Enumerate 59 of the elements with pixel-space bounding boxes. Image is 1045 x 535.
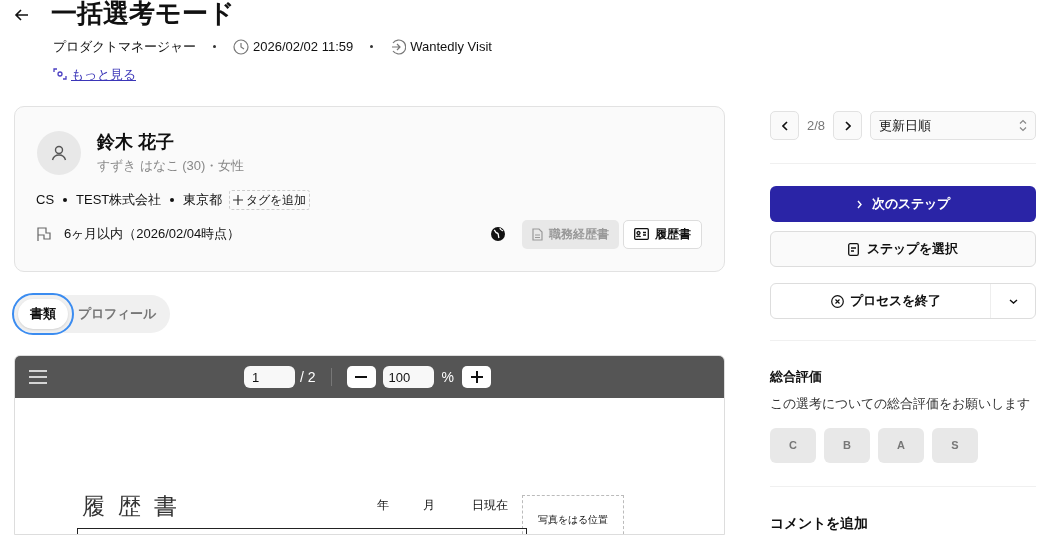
- tab[interactable]: プロフィール: [68, 299, 166, 329]
- end-process-button[interactable]: プロセスを終了: [771, 284, 990, 318]
- zoom-out-button[interactable]: [346, 366, 376, 388]
- more-link[interactable]: もっと見る: [71, 64, 136, 84]
- zoom-unit: %: [441, 367, 455, 387]
- document-title: 履歴書: [82, 492, 190, 521]
- photo-label: 写真をはる位置: [538, 513, 608, 527]
- document-icon: [848, 242, 859, 256]
- tag: 東京都: [183, 189, 223, 210]
- candidate-details: すずき はなこ (30)・女性: [97, 157, 245, 175]
- back-arrow-icon[interactable]: [14, 7, 30, 23]
- page-total: / 2: [300, 367, 316, 387]
- globe-icon[interactable]: [490, 226, 506, 242]
- chevron-right-icon: [844, 120, 851, 131]
- comment-title: コメントを追加: [770, 514, 869, 533]
- next-button[interactable]: [833, 111, 863, 140]
- id-card-icon: [634, 228, 649, 240]
- menu-icon[interactable]: [29, 370, 47, 384]
- flag-icon: [36, 226, 52, 242]
- grade-button[interactable]: C: [770, 428, 816, 463]
- zoom-in-button[interactable]: [462, 366, 492, 388]
- candidate-name: 鈴木 花子: [97, 131, 175, 153]
- document-button[interactable]: 履歴書: [623, 219, 702, 249]
- page-title: 一括選考モード: [51, 0, 235, 26]
- minus-icon: [355, 376, 368, 378]
- expand-icon: [53, 68, 67, 81]
- availability: 6ヶ月以内（2026/02/04時点）: [64, 225, 241, 244]
- date-label: 月: [423, 497, 435, 514]
- grade-button[interactable]: A: [878, 428, 924, 463]
- page-input[interactable]: 1: [244, 366, 295, 388]
- datetime: 2026/02/02 11:59: [253, 38, 354, 56]
- grade-button[interactable]: S: [932, 428, 978, 463]
- chevron-left-icon: [781, 120, 788, 131]
- pager-position: 2/8: [807, 116, 826, 135]
- select-step-button[interactable]: ステップを選択: [770, 231, 1036, 267]
- date-label: 年: [377, 497, 389, 514]
- zoom-input[interactable]: 100: [382, 366, 434, 388]
- person-icon: [50, 144, 68, 163]
- sort-select[interactable]: 更新日順: [870, 111, 1036, 140]
- tag: CS: [36, 189, 55, 210]
- enter-arrow-icon: [390, 38, 407, 55]
- tag: TEST株式会社: [76, 189, 162, 210]
- rating-title: 総合評価: [770, 368, 823, 386]
- add-tag-button[interactable]: タグを追加: [229, 189, 311, 210]
- previous-button[interactable]: [770, 111, 799, 140]
- next-step-button[interactable]: 次のステップ: [770, 186, 1036, 222]
- source: Wantedly Visit: [410, 38, 492, 56]
- rating-description: この選考についての総合評価をお願いします: [770, 394, 1031, 413]
- plus-icon: [233, 194, 244, 205]
- plus-icon: [470, 371, 483, 383]
- clock-icon: [233, 38, 249, 55]
- date-label: 日現在: [472, 497, 508, 514]
- close-circle-icon: [830, 294, 844, 308]
- sort-chevrons-icon: [1019, 119, 1027, 132]
- file-icon: [532, 227, 543, 241]
- chevron-down-icon: [1008, 298, 1018, 304]
- job-title: プロダクトマネージャー: [53, 38, 196, 56]
- grade-button[interactable]: B: [824, 428, 870, 463]
- chevron-right-icon: [856, 199, 862, 209]
